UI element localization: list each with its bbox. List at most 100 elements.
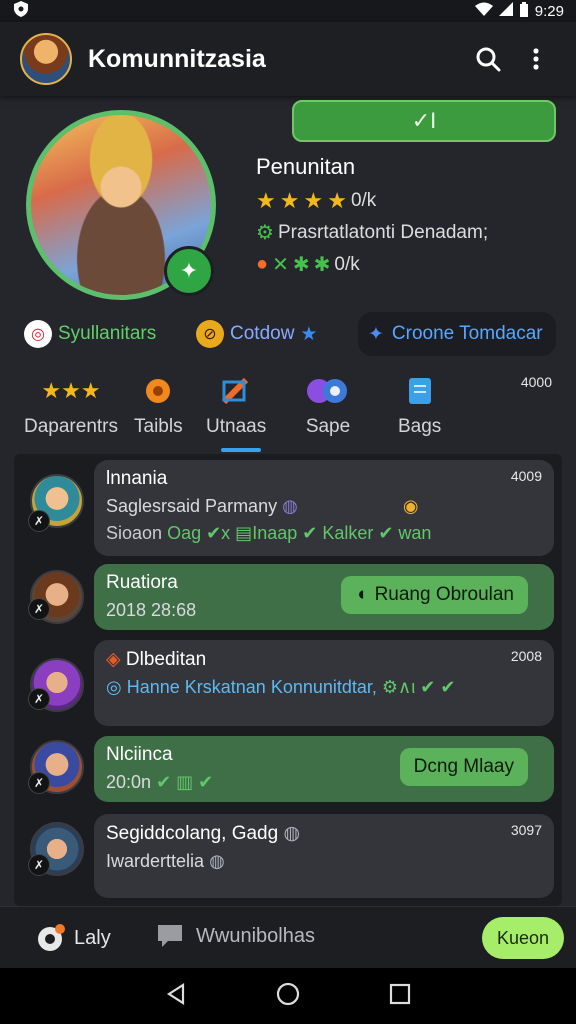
app-avatar[interactable] (20, 33, 72, 85)
chip-label: Syullanitars (58, 323, 157, 344)
card-stamp: 2008 (510, 648, 542, 664)
badge-icon: ✗ (28, 598, 50, 620)
card-tags: Oag ✔x ▤Inaap ✔ Kalker ✔ wan (167, 523, 432, 543)
camera-icon (38, 924, 65, 951)
card-title: lnnania (106, 468, 168, 489)
star-icon: ★ (279, 188, 300, 213)
wifi-icon (474, 2, 493, 20)
chip-label: Croone Tomdacar (391, 323, 543, 344)
chat-icon: ◖ (355, 584, 367, 605)
card-subtitle-row: Iwarderttelia ◍ (106, 851, 542, 872)
tab-bags[interactable]: Bags (398, 374, 441, 450)
badge-icon: ✗ (28, 854, 50, 876)
reply-bubble[interactable]: ◖ Ruang Obroulan (341, 576, 528, 614)
sparkle-icon: ✦ (368, 323, 384, 345)
tag-icons: ✔ ▥ ✔ (156, 772, 214, 792)
bottom-mid-label: Wwunibolhas (196, 924, 315, 947)
leaf-icon: ✕ (272, 254, 289, 276)
message-card[interactable]: lnnania Saglesrsaid Parmany ◍ ◉ Sioaon O… (94, 460, 554, 556)
tab-indicator (221, 448, 261, 452)
profile-description: Prasrtatlatonti Denadam; (277, 221, 489, 243)
tab-utnaas[interactable]: Utnaas (206, 374, 266, 450)
confirm-pill[interactable]: ✓I (292, 100, 556, 142)
more-vert-icon[interactable] (516, 39, 556, 79)
palette-icon: ◈ (106, 649, 121, 670)
list-item[interactable]: ✗ lnnania Saglesrsaid Parmany ◍ ◉ Sioaon… (14, 460, 562, 558)
flag-icon (220, 374, 252, 408)
puzzle-icon[interactable]: ✦ (164, 246, 214, 296)
list-item[interactable]: ✗ Segiddcolang, Gadg ◍ Iwarderttelia ◍ 3… (14, 814, 562, 912)
purple-orb-icon (305, 374, 351, 408)
star-icon: ★ (300, 323, 318, 345)
gear-icon: ⚙ (256, 222, 274, 244)
list-item[interactable]: ✗ ◈ Dlbeditan ◎ Hanne Krskatnan Konnunit… (14, 640, 562, 738)
profile-description-row: ⚙ Prasrtatlatonti Denadam; (256, 220, 488, 245)
card-subtitle-row: ◎ Hanne Krskatnan Konnunitdtar, ⚙∧ι ✔ ✔ (106, 677, 542, 698)
emoji-icon: ◍ (283, 823, 301, 844)
reply-bubble[interactable]: Dcng Mlaay (399, 748, 528, 786)
back-icon[interactable] (165, 982, 187, 1010)
bottom-mid-action[interactable]: Wwunibolhas (156, 923, 315, 949)
battery-icon (519, 1, 529, 21)
status-bar: 9:29 (0, 0, 576, 22)
bottom-left-action[interactable]: Laly (36, 923, 111, 953)
chip-syullanitars[interactable]: ◎ Syullanitars (24, 312, 156, 356)
items-value: 0/k (334, 253, 360, 275)
star-icon: ★ (327, 188, 347, 213)
card-subtitle: 20:0n (106, 772, 152, 792)
target-icon: ◎ (24, 320, 52, 348)
star-icon: ★ (256, 188, 276, 213)
card-stamp: 3097 (510, 822, 542, 838)
card-prefix: Sioaon (106, 523, 163, 543)
link-icon: ◎ (106, 677, 122, 697)
card-tags-row: Sioaon Oag ✔x ▤Inaap ✔ Kalker ✔ wan (106, 523, 542, 544)
message-card[interactable]: Nlciinca 20:0n ✔ ▥ ✔ Dcng Mlaay (94, 736, 554, 802)
chip-label: Cotdow (230, 323, 295, 344)
profile-name: Penunitan (256, 154, 356, 179)
card-subtitle: Saglesrsaid Parmany (106, 496, 278, 516)
message-list[interactable]: ✗ lnnania Saglesrsaid Parmany ◍ ◉ Sioaon… (14, 454, 562, 906)
leaf-icon: ✱ (292, 254, 310, 276)
card-subtitle: Iwarderttelia (106, 851, 205, 871)
leaf-icon: ✱ (313, 254, 331, 276)
recents-icon[interactable] (389, 983, 411, 1010)
tab-bar: ★★★ Daparentrs Taibls Utnaas Sape Bags 4… (0, 370, 576, 456)
card-title-row: Segiddcolang, Gadg ◍ (106, 822, 542, 845)
signal-icon (498, 2, 513, 20)
chat-icon (158, 925, 182, 947)
tab-taibls[interactable]: Taibls (134, 374, 183, 450)
star-icon: ★ (303, 188, 324, 213)
badge-icon: ✗ (28, 688, 50, 710)
card-title-row: ◈ Dlbeditan (106, 648, 542, 671)
chip-croone-tomdacar[interactable]: ✦ Croone Tomdacar (358, 312, 556, 356)
rating-value: 0/k (350, 190, 377, 211)
chip-cotdow[interactable]: ⊘ Cotdow ★ (196, 312, 317, 356)
badge-icon: ✗ (28, 772, 50, 794)
badge-icon: ✗ (28, 510, 50, 532)
card-subtitle-row: Saglesrsaid Parmany ◍ ◉ (106, 496, 542, 517)
app-bar: Komunnitzasia (0, 22, 576, 96)
tabs-count: 4000 (520, 374, 552, 390)
book-icon (407, 374, 433, 408)
emoji-icon: ◍ (209, 851, 225, 871)
card-stamp: 4009 (510, 468, 542, 484)
bottom-left-label: Laly (74, 926, 111, 949)
bottom-bar: Laly Wwunibolhas Kueon (0, 906, 576, 968)
app-title: Komunnitzasia (88, 44, 266, 73)
tab-daparentrs[interactable]: ★★★ Daparentrs (24, 374, 118, 450)
bubble-label: Ruang Obroulan (374, 584, 514, 605)
message-card[interactable]: ◈ Dlbeditan ◎ Hanne Krskatnan Konnunitdt… (94, 640, 554, 726)
message-card[interactable]: Ruatiora 2018 28:68 ◖ Ruang Obroulan (94, 564, 554, 630)
message-card[interactable]: Segiddcolang, Gadg ◍ Iwarderttelia ◍ 309… (94, 814, 554, 898)
status-time: 9:29 (534, 2, 564, 20)
slash-icon: ⊘ (196, 320, 224, 348)
home-icon[interactable] (276, 982, 300, 1011)
tag-icons: ⚙∧ι ✔ ✔ (381, 677, 456, 697)
chip-row: ◎ Syullanitars ⊘ Cotdow ★ ✦ Croone Tomda… (0, 312, 576, 358)
orange-badge-icon (144, 374, 172, 408)
search-icon[interactable] (468, 39, 508, 79)
pumpkin-icon: ● (256, 253, 269, 275)
coin-icon: ◉ (402, 496, 419, 516)
tab-sape[interactable]: Sape (305, 374, 351, 450)
primary-action-button[interactable]: Kueon (482, 917, 564, 959)
